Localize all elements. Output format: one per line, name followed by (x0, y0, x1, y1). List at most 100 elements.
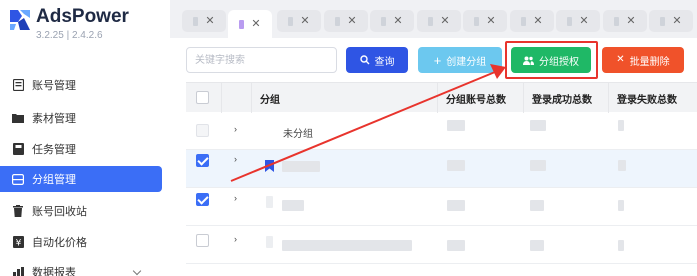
sidebar: AdsPower 3.2.25 | 2.4.2.6 账号管理 素材管理 任务管理 (0, 0, 170, 276)
table-row[interactable]: › (186, 188, 697, 226)
tab-favicon-icon (567, 16, 573, 26)
expand-arrow-icon[interactable]: › (234, 193, 237, 203)
tab-favicon-icon (335, 16, 341, 26)
main-content: 查询 + 创建分组 分组授权 ✕ 批量删除 分组 分组账号总数 登录成功总数 登… (170, 38, 697, 276)
sidebar-item-account[interactable]: 账号管理 (0, 72, 162, 98)
adspower-logo-icon (10, 10, 30, 30)
task-icon (12, 143, 24, 155)
close-icon[interactable]: ✕ (205, 15, 214, 27)
sidebar-item-tasks[interactable]: 任务管理 (0, 136, 162, 162)
create-group-label: 创建分组 (446, 56, 487, 68)
redacted-value (618, 160, 626, 171)
app-window: AdsPower 3.2.25 | 2.4.2.6 账号管理 素材管理 任务管理 (0, 0, 697, 276)
app-name: AdsPower (36, 6, 129, 27)
browser-tab-bar: ✕ ✕ ✕ ✕ ✕ ✕ ✕ ✕ ✕ ✕ ✕ (170, 0, 697, 38)
close-icon[interactable]: ✕ (251, 18, 260, 30)
query-button-label: 查询 (374, 56, 395, 68)
table-header: 分组 分组账号总数 登录成功总数 登录失败总数 (186, 82, 697, 113)
trash-icon (12, 205, 24, 217)
bookmark-placeholder (266, 236, 273, 248)
close-icon[interactable]: ✕ (486, 15, 495, 27)
tab-favicon-icon (239, 19, 245, 29)
report-icon (12, 266, 24, 276)
browser-tab[interactable]: ✕ (324, 10, 368, 32)
chevron-down-icon (132, 266, 142, 276)
column-header-group[interactable]: 分组 (251, 83, 437, 113)
svg-text:¥: ¥ (15, 239, 21, 249)
plus-icon: + (433, 52, 442, 68)
search-icon (359, 55, 369, 65)
redacted-group-name (282, 161, 320, 172)
sidebar-item-autoprice[interactable]: ¥ 自动化价格 (0, 229, 162, 255)
close-icon[interactable]: ✕ (300, 15, 309, 27)
sidebar-item-recycle[interactable]: 账号回收站 (0, 198, 162, 224)
browser-tab-active[interactable]: ✕ (228, 10, 272, 38)
expand-column-header (221, 83, 251, 113)
close-icon[interactable]: ✕ (440, 15, 449, 27)
expand-arrow-icon[interactable]: › (234, 154, 237, 164)
row-checkbox[interactable] (196, 154, 209, 167)
create-group-button[interactable]: + 创建分组 (418, 47, 502, 73)
app-version: 3.2.25 | 2.4.2.6 (36, 30, 103, 41)
redacted-value (530, 200, 544, 211)
annotation-highlight-box (505, 41, 598, 79)
table-row[interactable]: › 未分组 (186, 112, 697, 150)
redacted-value (530, 160, 546, 171)
redacted-group-name (282, 240, 412, 251)
browser-tab[interactable]: ✕ (277, 10, 321, 32)
redacted-group-name (282, 200, 304, 211)
bookmark-placeholder (266, 196, 273, 208)
browser-tab[interactable]: ✕ (417, 10, 461, 32)
close-icon[interactable]: ✕ (533, 15, 542, 27)
batch-delete-label: 批量删除 (629, 56, 670, 68)
redacted-value (530, 240, 544, 251)
column-header-account-total[interactable]: 分组账号总数 (437, 83, 523, 113)
browser-tab[interactable]: ✕ (603, 10, 647, 32)
close-icon: ✕ (616, 54, 625, 65)
browser-tab[interactable]: ✕ (182, 10, 226, 32)
sidebar-item-label: 任务管理 (32, 144, 76, 156)
row-checkbox (196, 124, 209, 137)
close-icon[interactable]: ✕ (393, 15, 402, 27)
browser-tab[interactable]: ✕ (510, 10, 554, 32)
tab-favicon-icon (193, 16, 199, 26)
browser-tab[interactable]: ✕ (649, 10, 693, 32)
ungrouped-label: 未分组 (283, 129, 313, 140)
query-button[interactable]: 查询 (346, 47, 408, 73)
table-row[interactable]: › (186, 226, 697, 264)
expand-arrow-icon[interactable]: › (234, 234, 237, 244)
redacted-value (618, 240, 624, 251)
table-row[interactable]: › (186, 150, 697, 188)
select-all-checkbox[interactable] (196, 91, 209, 104)
close-icon[interactable]: ✕ (672, 15, 681, 27)
tab-favicon-icon (660, 16, 666, 26)
group-icon (12, 173, 24, 185)
column-header-login-success[interactable]: 登录成功总数 (523, 83, 608, 113)
browser-tab[interactable]: ✕ (463, 10, 507, 32)
sidebar-item-label: 账号管理 (32, 80, 76, 92)
sidebar-item-label: 分组管理 (32, 174, 76, 186)
close-icon[interactable]: ✕ (579, 15, 588, 27)
sidebar-item-groups[interactable]: 分组管理 (0, 166, 162, 192)
redacted-value (447, 240, 465, 251)
close-icon[interactable]: ✕ (626, 15, 635, 27)
batch-delete-button[interactable]: ✕ 批量删除 (602, 47, 684, 73)
tab-favicon-icon (428, 16, 434, 26)
folder-icon (12, 112, 24, 124)
sidebar-item-assets[interactable]: 素材管理 (0, 105, 162, 131)
price-icon: ¥ (12, 236, 24, 248)
column-header-login-fail[interactable]: 登录失败总数 (608, 83, 697, 113)
account-icon (12, 79, 24, 91)
expand-arrow-icon[interactable]: › (234, 124, 237, 134)
search-input[interactable] (186, 47, 337, 73)
sidebar-item-reports[interactable]: 数据报表 (0, 259, 162, 276)
browser-tab[interactable]: ✕ (370, 10, 414, 32)
row-checkbox[interactable] (196, 193, 209, 206)
redacted-value (618, 120, 624, 131)
tab-favicon-icon (521, 16, 527, 26)
row-checkbox[interactable] (196, 234, 209, 247)
sidebar-item-label: 自动化价格 (32, 237, 87, 249)
sidebar-item-label: 账号回收站 (32, 206, 87, 218)
browser-tab[interactable]: ✕ (556, 10, 600, 32)
close-icon[interactable]: ✕ (347, 15, 356, 27)
